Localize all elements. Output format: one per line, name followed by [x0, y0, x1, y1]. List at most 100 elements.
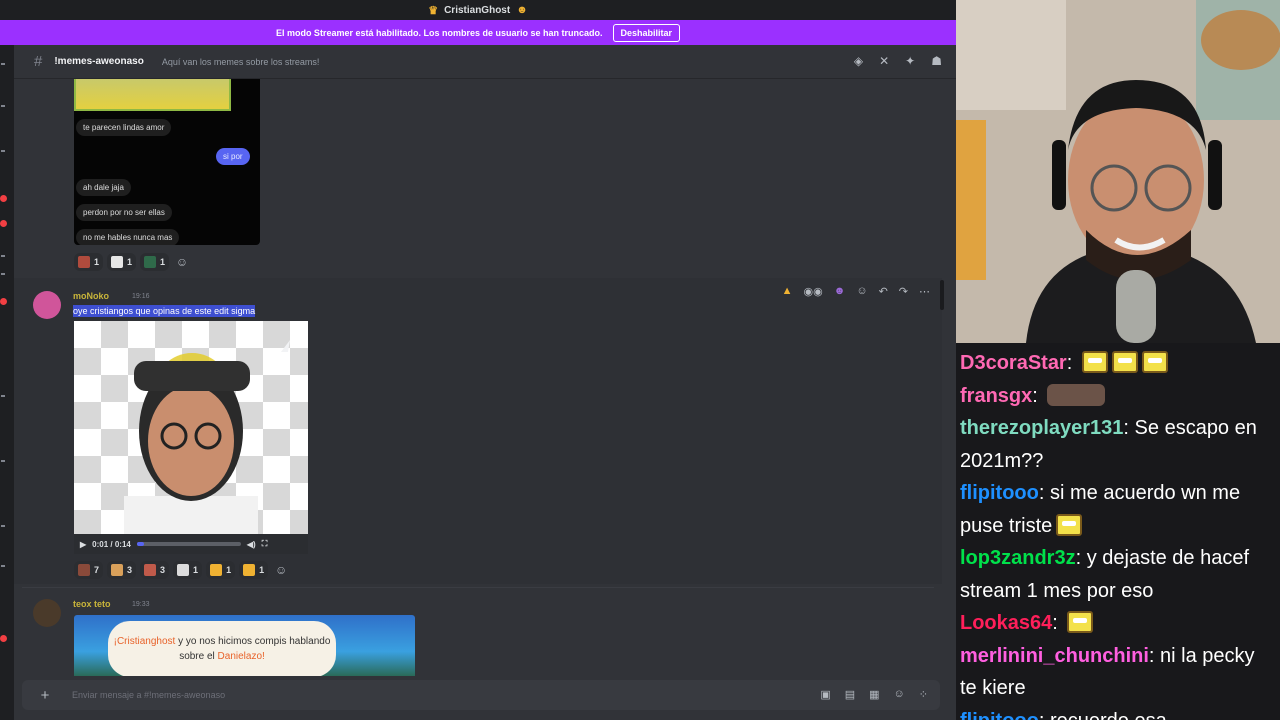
rail-marker[interactable]	[1, 150, 5, 152]
eyes-icon[interactable]: ◉◉	[804, 285, 823, 298]
spongebob-emote-icon	[1111, 351, 1138, 373]
add-reaction-icon[interactable]: ☺	[856, 285, 867, 297]
reaction-chip[interactable]: 1	[173, 561, 203, 579]
add-reaction-icon[interactable]: ☺	[272, 561, 290, 579]
reaction-chip[interactable]: 1	[107, 253, 137, 271]
chat-message: flipitooo: si me acuerdo wn me puse tris…	[960, 482, 1241, 537]
reaction-bar: 7 3 3 1 1 1 ☺	[74, 561, 290, 579]
thumbs-up-icon[interactable]: ▲	[782, 285, 793, 297]
chat-username[interactable]: Lookas64	[960, 612, 1052, 634]
apps-icon[interactable]: ⁘	[919, 688, 928, 701]
username[interactable]: moNoko	[73, 291, 109, 301]
members-icon[interactable]: ☗	[931, 54, 942, 68]
composer-toolbar: ▣ ▤ ▦ ☺ ⁘	[820, 688, 928, 701]
chat-username[interactable]: therezoplayer131	[960, 417, 1123, 439]
reaction-chip[interactable]: 1	[74, 253, 104, 271]
volume-icon[interactable]: ◀)	[247, 540, 256, 549]
hash-icon: #	[34, 53, 43, 70]
threads-icon[interactable]: ◈	[854, 54, 863, 68]
emoji-picker-icon[interactable]: ☺	[894, 688, 905, 701]
video-attachment[interactable]: ▶ 0:01 / 0:14 ◀) ⛶	[74, 321, 308, 554]
reaction-count: 1	[193, 565, 199, 575]
rail-marker[interactable]	[1, 565, 5, 567]
stream-chat: D3coraStar: fransgx: therezoplayer131: S…	[956, 343, 1280, 720]
emoji-icon	[243, 564, 256, 576]
play-icon[interactable]: ▶	[80, 540, 86, 549]
rail-marker[interactable]	[1, 255, 5, 257]
gif-icon[interactable]: ▤	[845, 688, 855, 701]
chat-username[interactable]: merlinini_chunchini	[960, 645, 1149, 667]
avatar[interactable]	[33, 291, 61, 319]
chat-message: flipitooo: recuerdo esa	[960, 705, 1276, 720]
emoji-icon	[177, 564, 190, 576]
mention-badge	[0, 195, 7, 202]
emoji-icon: ☻	[516, 4, 528, 16]
video-progress-fill	[136, 542, 145, 546]
title-bar: ♛ CristianGhost ☻	[0, 0, 956, 20]
webcam-feed	[956, 0, 1280, 343]
reaction-chip[interactable]: 1	[140, 253, 170, 271]
chat-username[interactable]: D3coraStar	[960, 352, 1067, 374]
chat-text: recuerdo esa	[1050, 710, 1167, 720]
reaction-count: 1	[160, 257, 166, 267]
fullscreen-icon[interactable]: ⛶	[262, 539, 268, 549]
chat-username[interactable]: lop3zandr3z	[960, 547, 1076, 569]
reaction-chip[interactable]: 1	[206, 561, 236, 579]
add-attachment-icon[interactable]: +	[32, 687, 58, 704]
reaction-chip[interactable]: 3	[107, 561, 137, 579]
gift-icon[interactable]: ▣	[820, 688, 830, 701]
spongebob-emote-icon	[1141, 351, 1168, 373]
chat-username[interactable]: flipitooo	[960, 482, 1039, 504]
streamer-mode-banner: El modo Streamer está habilitado. Los no…	[0, 20, 956, 45]
forward-icon[interactable]: ↷	[899, 285, 908, 298]
spongebob-emote-icon	[1067, 611, 1094, 633]
reaction-count: 1	[127, 257, 133, 267]
message-list[interactable]: te parecen lindas amor si por ah dale ja…	[14, 79, 942, 676]
image-attachment[interactable]: ¡Cristianghost y yo nos hicimos compis h…	[74, 615, 415, 676]
disable-streamer-button[interactable]: Deshabilitar	[612, 23, 681, 42]
message-divider	[22, 587, 934, 588]
pin-icon[interactable]: ✦	[905, 54, 915, 68]
chat-bubble: te parecen lindas amor	[76, 119, 172, 136]
timestamp: 19:33	[132, 601, 150, 608]
mute-bell-icon[interactable]: ✕	[879, 54, 889, 68]
banner-highlight: ¡Cristianghost	[113, 636, 176, 647]
chat-username[interactable]: fransgx	[960, 385, 1032, 407]
reaction-count: 1	[259, 565, 265, 575]
timestamp: 19:16	[132, 293, 150, 300]
emoji-icon	[111, 256, 124, 268]
header-toolbar: ◈ ✕ ✦ ☗	[854, 54, 942, 68]
rail-marker[interactable]	[1, 395, 5, 397]
chat-bubble: ah dale jaja	[76, 179, 131, 196]
video-controls: ▶ 0:01 / 0:14 ◀) ⛶	[74, 534, 308, 554]
more-icon[interactable]: ⋯	[919, 285, 930, 298]
rail-marker[interactable]	[1, 273, 5, 275]
avatar[interactable]	[33, 599, 61, 627]
reaction-chip[interactable]: 7	[74, 561, 104, 579]
composer-placeholder[interactable]: Enviar mensaje a #!memes-aweonaso	[72, 690, 225, 700]
emoji-icon	[144, 564, 157, 576]
rail-marker[interactable]	[1, 460, 5, 462]
reply-icon[interactable]: ↶	[879, 285, 888, 298]
add-reaction-icon[interactable]: ☺	[173, 253, 191, 271]
sticker-icon[interactable]: ▦	[869, 688, 879, 701]
screenshot-attachment[interactable]: te parecen lindas amor si por ah dale ja…	[74, 79, 260, 245]
chat-bubble: si por	[216, 148, 250, 165]
rail-marker[interactable]	[1, 63, 5, 65]
chat-message: merlinini_chunchini: ni la pecky te kier…	[960, 644, 1255, 700]
rail-marker[interactable]	[1, 105, 5, 107]
video-progress[interactable]	[136, 542, 241, 546]
banner-highlight: Danielazo!	[217, 651, 265, 662]
chat-username[interactable]: flipitooo	[960, 710, 1039, 720]
scrollbar[interactable]	[940, 280, 944, 310]
reaction-chip[interactable]: 3	[140, 561, 170, 579]
emoji-icon	[78, 256, 90, 268]
username[interactable]: teox teto	[73, 599, 111, 609]
message-composer[interactable]: + Enviar mensaje a #!memes-aweonaso ▣ ▤ …	[22, 680, 940, 710]
crown-icon: ♛	[428, 4, 439, 17]
reaction-chip[interactable]: 1	[239, 561, 269, 579]
emote-icon	[1047, 383, 1106, 406]
rail-marker[interactable]	[1, 525, 5, 527]
channel-topic[interactable]: Aquí van los memes sobre los streams!	[162, 57, 320, 67]
devil-icon[interactable]: ☻	[834, 285, 846, 297]
